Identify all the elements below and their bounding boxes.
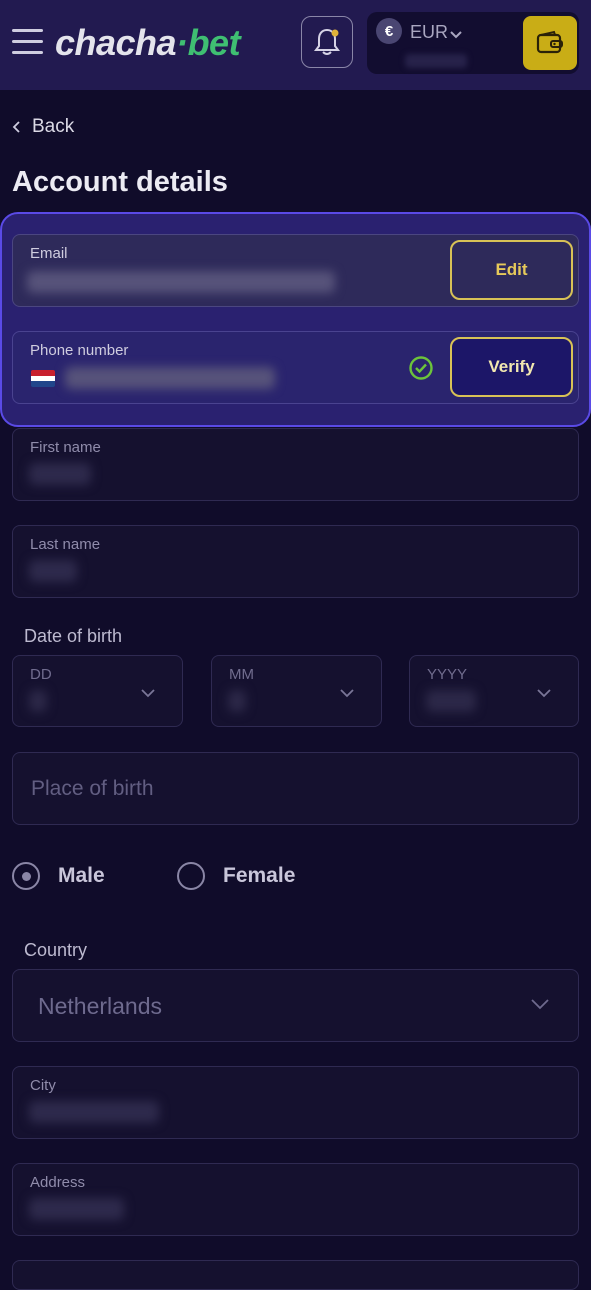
menu-icon[interactable]: [12, 29, 43, 55]
first-name-field[interactable]: First name: [12, 428, 579, 501]
country-label: Country: [24, 940, 88, 960]
chevron-down-icon: [141, 689, 155, 698]
last-name-value: [29, 560, 77, 582]
dob-month-select[interactable]: MM: [211, 655, 382, 727]
currency-code[interactable]: EUR: [410, 22, 448, 43]
notifications-button[interactable]: [301, 16, 353, 68]
page-title: Account details: [12, 166, 228, 198]
chevron-down-icon: [537, 689, 551, 698]
chevron-down-icon[interactable]: [449, 28, 463, 42]
address-field[interactable]: Address: [12, 1163, 579, 1236]
dob-year-select[interactable]: YYYY: [409, 655, 579, 727]
phone-value: [65, 367, 275, 389]
logo[interactable]: chacha·bet: [55, 22, 241, 64]
wallet-icon: [536, 30, 563, 54]
first-name-value: [29, 463, 91, 485]
edit-email-button[interactable]: Edit: [450, 240, 573, 300]
euro-icon: €: [376, 18, 402, 44]
date-of-birth-label: Date of birth: [24, 626, 123, 646]
netherlands-flag-icon[interactable]: [31, 370, 55, 387]
country-select[interactable]: Netherlands: [12, 969, 579, 1042]
email-value: [27, 271, 335, 293]
dob-day-select[interactable]: DD: [12, 655, 183, 727]
chevron-down-icon: [531, 999, 549, 1010]
address-value: [29, 1198, 124, 1220]
verified-check-icon: [409, 356, 433, 380]
back-link[interactable]: Back: [12, 116, 74, 138]
city-value: [29, 1101, 159, 1123]
wallet-button[interactable]: [523, 16, 577, 70]
next-field[interactable]: [12, 1260, 579, 1290]
balance-amount: [405, 54, 467, 68]
city-field[interactable]: City: [12, 1066, 579, 1139]
place-of-birth-input[interactable]: Place of birth: [12, 752, 579, 825]
gender-male-radio[interactable]: Male: [12, 862, 105, 890]
gender-female-radio[interactable]: Female: [177, 862, 295, 890]
verify-phone-button[interactable]: Verify: [450, 337, 573, 397]
chevron-down-icon: [340, 689, 354, 698]
top-bar: chacha·bet € EUR: [0, 0, 591, 90]
chevron-left-icon: [12, 121, 20, 133]
last-name-field[interactable]: Last name: [12, 525, 579, 598]
bell-icon: [314, 28, 340, 55]
